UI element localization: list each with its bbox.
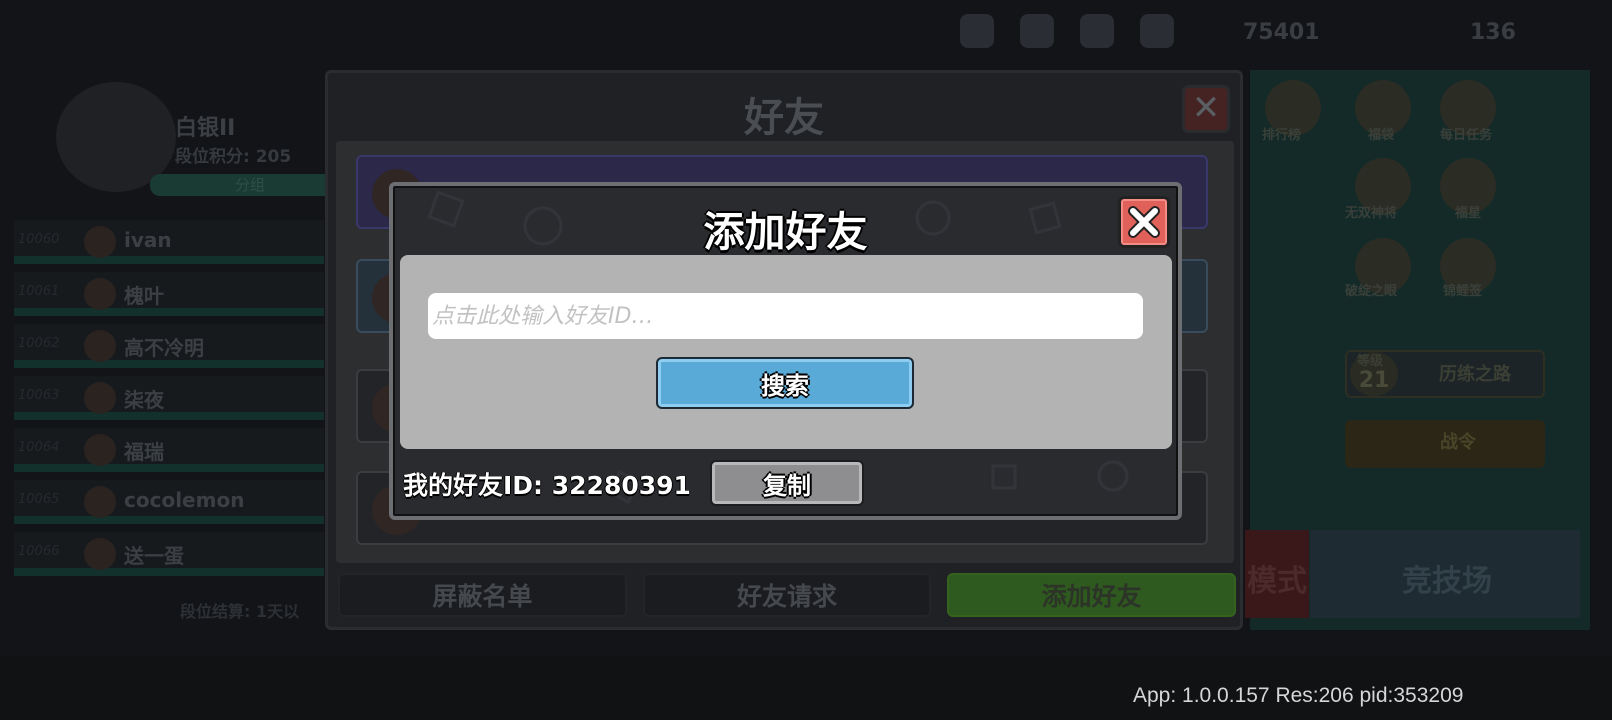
- row-rank-number: 10062: [18, 336, 60, 351]
- row-rank-number: 10066: [18, 544, 60, 559]
- leaderboard-label: 排行榜: [1262, 128, 1302, 143]
- leaderboard-row: 10064 福瑞: [14, 428, 324, 472]
- daily-task-label: 每日任务: [1440, 128, 1493, 143]
- friends-close-button[interactable]: ✕: [1182, 85, 1230, 133]
- player-avatar: [84, 278, 116, 310]
- player-avatar: [84, 486, 116, 518]
- arena-label: 竞技场: [1402, 564, 1492, 599]
- lucky-bag-label: 福袋: [1368, 128, 1395, 143]
- version-info: App: 1.0.0.157 Res:206 pid:353209: [1133, 684, 1464, 707]
- level-value: 21: [1358, 368, 1390, 393]
- group-bar: 分组: [150, 174, 350, 196]
- tab-block-list[interactable]: 屏蔽名单: [338, 573, 627, 617]
- player-name: 高不冷明: [124, 336, 204, 360]
- leaderboard-row: 10063 柒夜: [14, 376, 324, 420]
- player-avatar: [84, 382, 116, 414]
- player-name: 福瑞: [124, 440, 164, 464]
- search-panel: 搜索: [400, 255, 1172, 449]
- player-name: 柒夜: [124, 388, 164, 412]
- row-rank-number: 10063: [18, 388, 60, 403]
- player-avatar: [84, 434, 116, 466]
- row-rank-number: 10060: [18, 232, 60, 247]
- rank-points: 段位积分: 205: [175, 147, 292, 167]
- top-resource-bar: [960, 14, 1174, 48]
- dialog-title: 添加好友: [703, 208, 868, 256]
- game-screen: 75401 136 白银II 段位积分: 205 分组 10060 ivan 10…: [0, 0, 1612, 720]
- leaderboard-row: 10065 cocolemon: [14, 480, 324, 524]
- my-friend-id: 我的好友ID: 32280391: [403, 471, 691, 500]
- arena-button: 竞技场: [1310, 530, 1580, 618]
- player-name: cocolemon: [124, 488, 245, 512]
- hero-label: 无双神将: [1345, 206, 1398, 221]
- player-avatar: [84, 538, 116, 570]
- season-end-text: 段位结算: 1天以: [180, 602, 300, 621]
- leaderboard-row: 10062 高不冷明: [14, 324, 324, 368]
- mail-icon: [960, 14, 994, 48]
- trial-road-label: 历练之路: [1439, 364, 1511, 385]
- friends-title: 好友: [744, 95, 824, 141]
- star-label: 福星: [1455, 206, 1482, 221]
- row-rank-number: 10061: [18, 284, 60, 299]
- leaderboard-row: 10066 送一蛋: [14, 532, 324, 576]
- mode-button: 模式: [1245, 530, 1309, 618]
- tab-friend-requests[interactable]: 好友请求: [642, 573, 932, 617]
- player-name: 送一蛋: [124, 544, 184, 568]
- currency-amount: 75401: [1243, 20, 1320, 45]
- koi-label: 锦鲤签: [1443, 284, 1483, 299]
- coin-icon: [1140, 14, 1174, 48]
- player-avatar: [84, 226, 116, 258]
- close-icon: [1128, 206, 1160, 238]
- rank-title: 白银II: [175, 116, 236, 141]
- add-friend-dialog: 添加好友 搜索 我的好友ID: 32280391 复制: [389, 182, 1182, 520]
- level-label: 等级: [1357, 354, 1384, 369]
- close-button[interactable]: [1118, 196, 1170, 248]
- battle-pass-label: 战令: [1440, 432, 1476, 453]
- search-button-label: 搜索: [761, 371, 809, 400]
- copy-button-label: 复制: [763, 471, 811, 500]
- row-rank-number: 10064: [18, 440, 60, 455]
- copy-button[interactable]: 复制: [710, 460, 864, 506]
- player-avatar: [84, 330, 116, 362]
- friends-tabs: 屏蔽名单 好友请求 添加好友: [338, 573, 1237, 617]
- leaderboard-row: 10060 ivan: [14, 220, 324, 264]
- mode-label: 模式: [1247, 564, 1307, 599]
- chat-icon: [1020, 14, 1054, 48]
- tab-add-friend[interactable]: 添加好友: [947, 573, 1237, 617]
- row-rank-number: 10065: [18, 492, 60, 507]
- eye-label: 破绽之眼: [1345, 284, 1398, 299]
- currency-amount-2: 136: [1470, 20, 1516, 45]
- close-icon: ✕: [1191, 88, 1221, 128]
- leaderboard-row: 10061 槐叶: [14, 272, 324, 316]
- search-button[interactable]: 搜索: [656, 357, 914, 409]
- player-name: ivan: [124, 228, 172, 252]
- player-name: 槐叶: [124, 284, 164, 308]
- friends-icon: [1080, 14, 1114, 48]
- battle-pass-box: 战令: [1345, 420, 1545, 468]
- friend-id-input[interactable]: [428, 293, 1143, 339]
